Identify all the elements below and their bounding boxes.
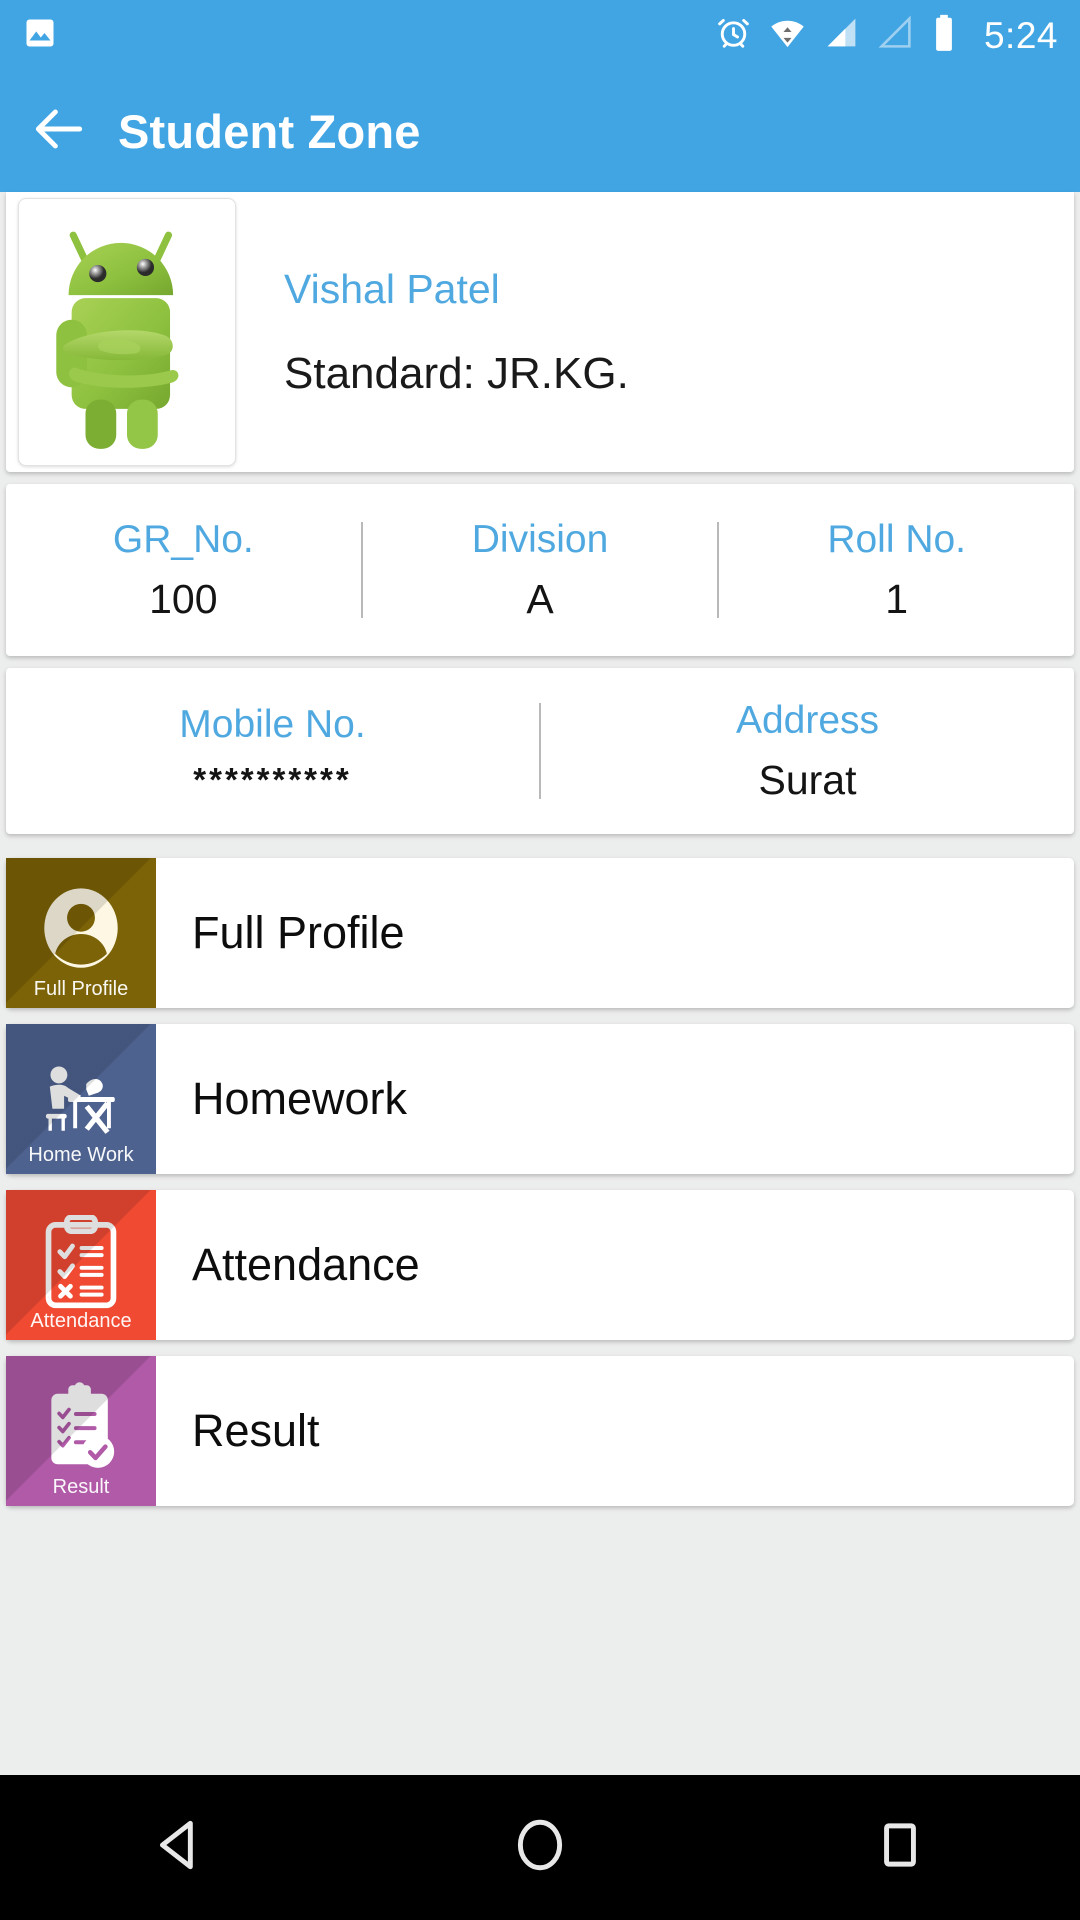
student-desk-icon	[29, 1055, 133, 1144]
menu-item-label: Homework	[192, 1073, 408, 1124]
menu-item-label: Attendance	[192, 1239, 420, 1290]
info-field-gr-no: GR_No. 100	[6, 518, 361, 623]
menu-item-full-profile[interactable]: Full Profile Full Profile	[6, 858, 1074, 1008]
tile-caption: Full Profile	[33, 978, 129, 1000]
student-contact-card: Mobile No. ********** Address Surat	[6, 668, 1074, 834]
info-field-mobile-no: Mobile No. **********	[6, 703, 539, 799]
menu-item-attendance[interactable]: Attendance Attendance	[6, 1190, 1074, 1340]
phone-screen: 5:24 Student Zone Vishal Patel Standard:…	[0, 0, 1080, 1920]
status-bar-clock: 5:24	[983, 14, 1058, 56]
arrow-left-icon	[28, 98, 90, 165]
student-standard: Standard: JR.KG.	[284, 348, 629, 398]
menu-item-homework[interactable]: Home Work Homework	[6, 1024, 1074, 1174]
info-value: **********	[193, 761, 352, 798]
image-icon	[22, 15, 58, 56]
circle-home-icon	[509, 1814, 571, 1881]
tile-caption: Home Work	[28, 1144, 134, 1166]
info-field-division: Division A	[363, 518, 718, 623]
info-value: 1	[885, 575, 909, 622]
wifi-icon	[769, 14, 806, 56]
signal-icon	[823, 14, 860, 56]
status-bar: 5:24	[0, 0, 1080, 70]
student-menu-list: Full Profile Full Profile Home Work Home…	[0, 858, 1080, 1506]
student-name: Vishal Patel	[284, 265, 500, 312]
triangle-back-icon	[149, 1814, 211, 1881]
tile-caption: Result	[52, 1476, 110, 1498]
menu-item-label: Full Profile	[192, 907, 405, 958]
info-label: Roll No.	[827, 517, 967, 561]
menu-item-label: Result	[192, 1405, 320, 1456]
info-value: Surat	[758, 756, 857, 803]
student-details: Vishal Patel Standard: JR.KG.	[284, 266, 629, 399]
student-profile-card: Vishal Patel Standard: JR.KG.	[6, 192, 1074, 472]
info-field-address: Address Surat	[541, 699, 1074, 804]
content-area: Vishal Patel Standard: JR.KG. GR_No. 100…	[0, 192, 1080, 1775]
nav-home-button[interactable]	[440, 1775, 640, 1920]
battery-icon	[931, 14, 957, 57]
info-label: Mobile No.	[179, 703, 366, 746]
full-profile-tile: Full Profile	[6, 858, 156, 1008]
info-label: Division	[471, 517, 609, 561]
info-label: Address	[735, 698, 880, 742]
avatar	[18, 198, 236, 466]
menu-item-result[interactable]: Result Result	[6, 1356, 1074, 1506]
clipboard-check-cross-icon	[40, 1213, 122, 1316]
status-bar-notifications	[22, 15, 58, 56]
android-mascot-avatar	[56, 231, 179, 449]
attendance-tile: Attendance	[6, 1190, 156, 1340]
student-identity-card: GR_No. 100 Division A Roll No. 1	[6, 484, 1074, 656]
status-bar-system-icons: 5:24	[715, 14, 1058, 57]
result-tile: Result	[6, 1356, 156, 1506]
app-bar: Student Zone	[0, 70, 1080, 192]
nav-recents-button[interactable]	[800, 1775, 1000, 1920]
signal-secondary-icon	[877, 14, 914, 56]
info-value: A	[526, 575, 554, 622]
page-title: Student Zone	[118, 104, 421, 158]
info-value: 100	[149, 575, 218, 622]
alarm-icon	[715, 14, 752, 56]
system-navigation-bar	[0, 1775, 1080, 1920]
person-avatar-icon	[34, 884, 128, 983]
info-label: GR_No.	[112, 517, 254, 561]
nav-back-button[interactable]	[80, 1775, 280, 1920]
back-navigation-button[interactable]	[0, 98, 118, 165]
info-field-roll-no: Roll No. 1	[719, 518, 1074, 623]
homework-tile: Home Work	[6, 1024, 156, 1174]
clipboard-approved-icon	[40, 1381, 122, 1482]
tile-caption: Attendance	[30, 1310, 132, 1332]
square-recents-icon	[869, 1814, 931, 1881]
